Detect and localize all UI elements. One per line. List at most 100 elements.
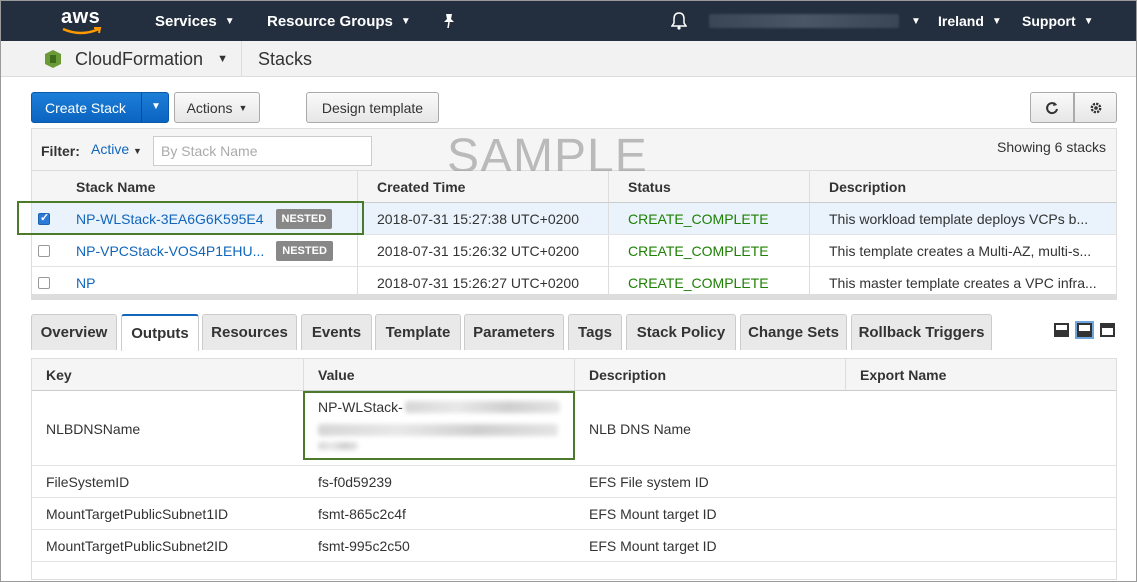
output-value: fsmt-865c2c4f — [318, 506, 406, 522]
filter-status-value: Active — [91, 141, 130, 157]
divider — [357, 171, 358, 202]
column-header-key[interactable]: Key — [46, 359, 72, 391]
aws-smile-icon — [62, 27, 102, 35]
stack-count: Showing 6 stacks — [997, 139, 1106, 155]
row-checkbox[interactable] — [38, 245, 50, 257]
pane-maximize-icon[interactable] — [1100, 323, 1115, 337]
column-header-export-name[interactable]: Export Name — [860, 359, 946, 391]
column-header-description[interactable]: Description — [829, 171, 906, 203]
service-header: CloudFormation ▼ Stacks — [1, 41, 1136, 77]
filter-bar: Filter: Active ▼ SAMPLE Showing 6 stacks — [32, 129, 1116, 183]
divider — [141, 93, 142, 122]
cloudformation-icon — [45, 50, 61, 68]
actions-label: Actions — [186, 99, 233, 116]
column-header-value[interactable]: Value — [318, 359, 355, 391]
tab-parameters[interactable]: Parameters — [464, 314, 564, 350]
service-name: CloudFormation — [75, 48, 204, 69]
tab-tags[interactable]: Tags — [568, 314, 622, 350]
divider — [241, 41, 242, 77]
chevron-down-icon: ▼ — [991, 15, 1002, 27]
divider — [809, 203, 810, 234]
output-key: NLBDNSName — [46, 420, 141, 437]
output-key: MountTargetPublicSubnet1ID — [46, 506, 229, 522]
refresh-button[interactable] — [1030, 92, 1074, 123]
nested-badge: NESTED — [276, 241, 333, 261]
pin-button[interactable] — [442, 1, 456, 41]
chevron-down-icon: ▼ — [911, 15, 921, 27]
output-description: EFS File system ID — [589, 474, 709, 490]
tab-template[interactable]: Template — [375, 314, 461, 350]
chevron-down-icon[interactable]: ▼ — [151, 101, 161, 112]
output-key: FileSystemID — [46, 474, 130, 490]
settings-button[interactable] — [1074, 92, 1117, 123]
page-title: Stacks — [258, 48, 313, 69]
divider — [574, 359, 575, 390]
output-value-highlight — [303, 391, 575, 460]
detail-tabs: Overview Outputs Resources Events Templa… — [31, 314, 1117, 351]
column-header-description[interactable]: Description — [589, 359, 666, 391]
account-menu-caret[interactable]: ▼ — [903, 1, 921, 41]
stack-name-search-input[interactable] — [153, 136, 372, 166]
gear-icon — [1090, 102, 1101, 113]
bell-icon — [671, 12, 687, 30]
status-text: CREATE_COMPLETE — [628, 211, 769, 227]
support-menu[interactable]: Support ▼ — [1022, 1, 1094, 41]
output-value: fsmt-995c2c50 — [318, 538, 410, 554]
created-time: 2018-07-31 15:26:32 UTC+0200 — [377, 243, 579, 259]
tab-events[interactable]: Events — [301, 314, 372, 350]
tab-resources[interactable]: Resources — [202, 314, 297, 350]
account-name-redacted[interactable] — [709, 14, 899, 28]
stack-name-link[interactable]: NP — [76, 275, 95, 291]
status-text: CREATE_COMPLETE — [628, 243, 769, 259]
region-menu[interactable]: Ireland ▼ — [938, 1, 1002, 41]
column-header-created-time[interactable]: Created Time — [377, 171, 465, 203]
notifications-button[interactable] — [671, 1, 687, 41]
horizontal-scrollbar[interactable] — [32, 294, 1116, 299]
table-header-row: Key Value Description Export Name — [32, 359, 1116, 391]
divider — [357, 235, 358, 266]
stack-name-link[interactable]: NP-VPCStack-VOS4P1EHU... — [76, 243, 264, 259]
table-row: MountTargetPublicSubnet2ID fsmt-995c2c50… — [32, 530, 1116, 562]
create-stack-button[interactable]: Create Stack ▼ — [31, 92, 169, 123]
design-template-button[interactable]: Design template — [306, 92, 439, 123]
tab-rollback-triggers[interactable]: Rollback Triggers — [851, 314, 992, 350]
chevron-down-icon: ▼ — [224, 15, 235, 27]
pane-minimize-icon[interactable] — [1054, 323, 1069, 337]
design-template-label: Design template — [321, 99, 424, 116]
row-checkbox[interactable] — [38, 277, 50, 289]
chevron-down-icon: ▼ — [400, 15, 411, 27]
table-row[interactable]: NP-VPCStack-VOS4P1EHU... NESTED 2018-07-… — [32, 235, 1116, 267]
create-stack-label: Create Stack — [45, 99, 126, 116]
tab-stack-policy[interactable]: Stack Policy — [626, 314, 736, 350]
pane-half-icon[interactable] — [1077, 323, 1092, 337]
output-description: NLB DNS Name — [589, 420, 691, 437]
filter-status-dropdown[interactable]: Active ▼ — [91, 141, 142, 157]
actions-button[interactable]: Actions ▼ — [174, 92, 260, 123]
chevron-down-icon: ▼ — [238, 102, 248, 113]
chevron-down-icon: ▼ — [133, 146, 142, 156]
divider — [845, 359, 846, 390]
chevron-down-icon: ▼ — [1083, 15, 1094, 27]
tab-outputs[interactable]: Outputs — [121, 314, 199, 351]
aws-logo[interactable]: aws — [59, 5, 105, 37]
table-row: MountTargetPublicSubnet1ID fsmt-865c2c4f… — [32, 498, 1116, 530]
resource-groups-menu[interactable]: Resource Groups ▼ — [267, 1, 411, 41]
divider — [608, 203, 609, 234]
divider — [809, 235, 810, 266]
support-label: Support — [1022, 13, 1076, 29]
column-header-status[interactable]: Status — [628, 171, 671, 203]
refresh-icon — [1046, 101, 1058, 114]
tab-change-sets[interactable]: Change Sets — [740, 314, 847, 350]
service-switcher[interactable]: CloudFormation ▼ — [45, 41, 228, 77]
divider — [608, 171, 609, 202]
created-time: 2018-07-31 15:27:38 UTC+0200 — [377, 211, 579, 227]
column-header-stack-name[interactable]: Stack Name — [76, 171, 155, 203]
aws-logo-text: aws — [61, 6, 101, 28]
table-header-row: Stack Name Created Time Status Descripti… — [32, 171, 1116, 203]
divider — [809, 171, 810, 202]
services-menu[interactable]: Services ▼ — [155, 1, 235, 41]
services-label: Services — [155, 12, 217, 30]
top-navigation-bar: aws Services ▼ Resource Groups ▼ ▼ Irela… — [1, 1, 1136, 41]
tab-overview[interactable]: Overview — [31, 314, 117, 350]
divider — [608, 235, 609, 266]
